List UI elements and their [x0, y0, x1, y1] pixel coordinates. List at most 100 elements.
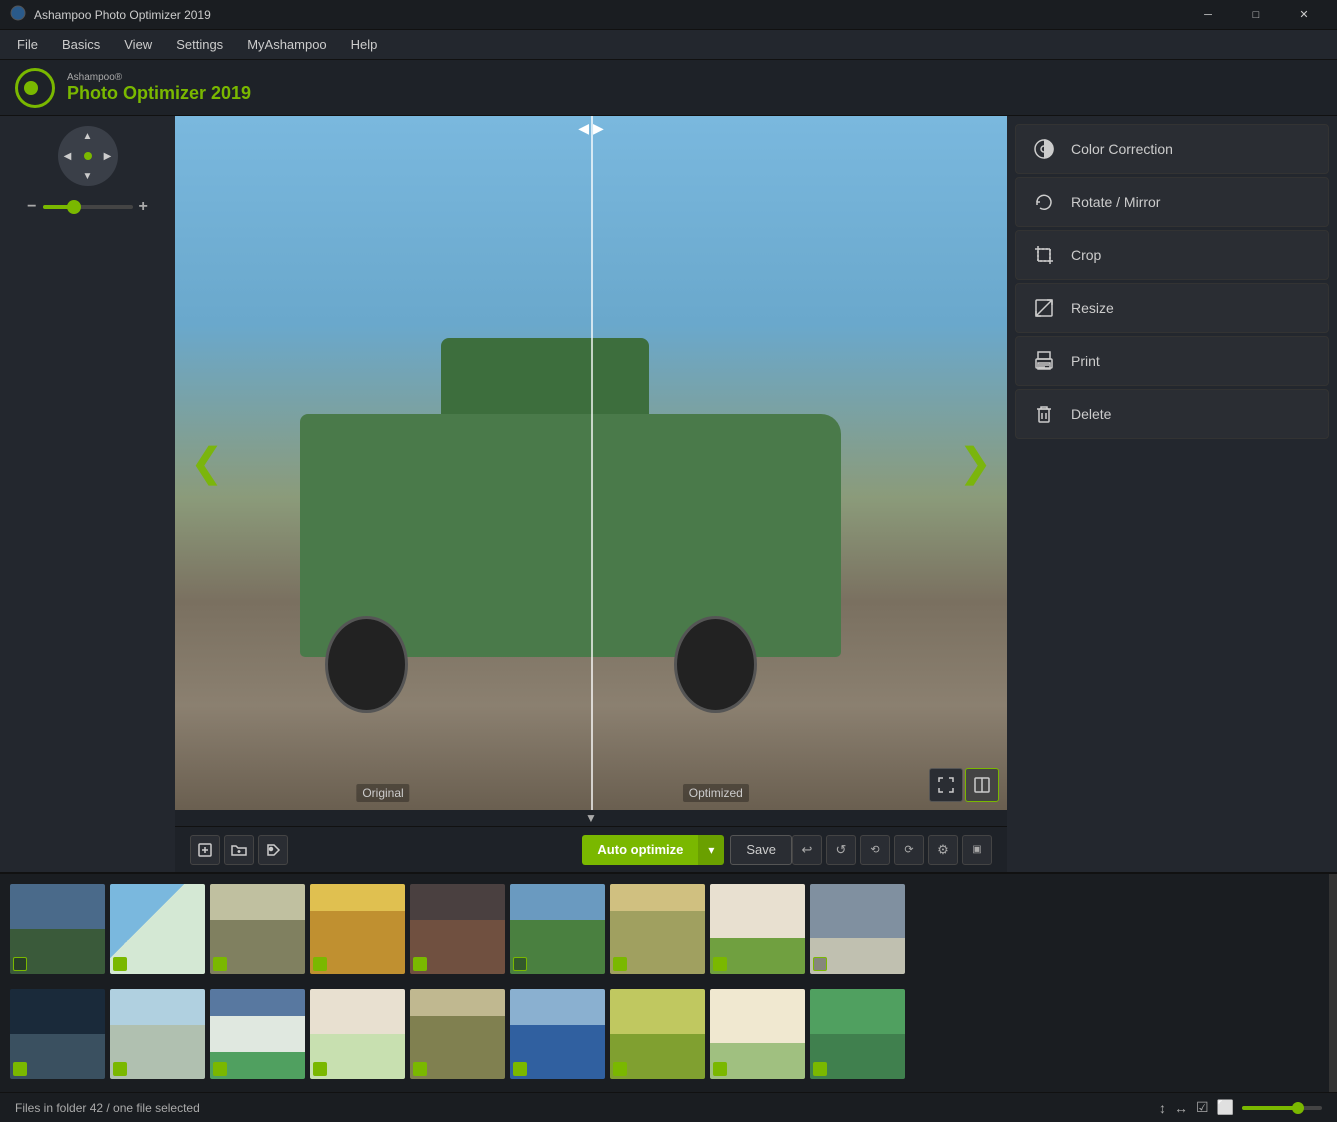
thumbnail-3[interactable]	[210, 884, 305, 974]
split-handle[interactable]: ◀ ▶	[574, 116, 608, 141]
thumbnail-6[interactable]	[510, 884, 605, 974]
truck-wheel-front	[325, 616, 408, 713]
zoom-out-button[interactable]: −	[27, 198, 36, 216]
minimize-button[interactable]: ─	[1185, 0, 1231, 30]
thumb-check-9[interactable]	[813, 957, 827, 971]
menu-view[interactable]: View	[112, 32, 164, 57]
resize-button[interactable]: Resize	[1015, 283, 1329, 333]
previous-image-button[interactable]: ❮	[180, 430, 234, 496]
menu-help[interactable]: Help	[339, 32, 390, 57]
zoom-slider-track[interactable]	[43, 205, 133, 209]
thumb-check-15[interactable]	[513, 1062, 527, 1076]
thumbnail-9[interactable]	[810, 884, 905, 974]
thumbnail-5[interactable]	[410, 884, 505, 974]
thumb-check-17[interactable]	[713, 1062, 727, 1076]
auto-optimize-button[interactable]: Auto optimize	[582, 835, 698, 865]
thumb-check-7[interactable]	[613, 957, 627, 971]
delete-button[interactable]: Delete	[1015, 389, 1329, 439]
rotate-mirror-button[interactable]: Rotate / Mirror	[1015, 177, 1329, 227]
app-icon	[10, 5, 26, 24]
thumb-check-10[interactable]	[13, 1062, 27, 1076]
optimized-label: Optimized	[683, 784, 749, 802]
window-title: Ashampoo Photo Optimizer 2019	[34, 8, 1185, 22]
thumb-check-4[interactable]	[313, 957, 327, 971]
tag-button[interactable]	[258, 835, 288, 865]
toolbar-left-buttons	[190, 835, 288, 865]
undo-button[interactable]: ↩	[792, 835, 822, 865]
menu-file[interactable]: File	[5, 32, 50, 57]
pan-down-arrow[interactable]: ▼	[83, 171, 93, 182]
pan-center	[84, 152, 92, 160]
thumbnail-11[interactable]	[110, 989, 205, 1079]
thumbnail-18[interactable]	[810, 989, 905, 1079]
menu-myashampoo[interactable]: MyAshampoo	[235, 32, 338, 57]
settings-icon-button[interactable]: ⚙	[928, 835, 958, 865]
thumbnail-2[interactable]	[110, 884, 205, 974]
thumbnail-8[interactable]	[710, 884, 805, 974]
compare-button[interactable]: ▣	[962, 835, 992, 865]
zoom-thumb[interactable]	[67, 200, 81, 214]
pan-left-arrow[interactable]: ◀	[64, 151, 72, 162]
add-folder-button[interactable]	[224, 835, 254, 865]
status-filter-button[interactable]: ↔	[1174, 1100, 1188, 1116]
resize-label: Resize	[1071, 300, 1114, 316]
collapse-button[interactable]: ▼	[175, 810, 1007, 826]
fullscreen-button[interactable]	[929, 768, 963, 802]
status-uncheck-button[interactable]: ⬜	[1217, 1099, 1234, 1116]
print-button[interactable]: Print	[1015, 336, 1329, 386]
thumb-check-3[interactable]	[213, 957, 227, 971]
thumbnail-4[interactable]	[310, 884, 405, 974]
thumb-check-14[interactable]	[413, 1062, 427, 1076]
thumb-check-6[interactable]	[513, 957, 527, 971]
right-panel: Color Correction Rotate / Mirror Crop	[1007, 116, 1337, 872]
pan-control[interactable]: ▲ ◀ ▶ ▼	[58, 126, 118, 186]
crop-button[interactable]: Crop	[1015, 230, 1329, 280]
maximize-button[interactable]: □	[1233, 0, 1279, 30]
status-zoom-thumb[interactable]	[1292, 1102, 1304, 1114]
pan-up-arrow[interactable]: ▲	[83, 131, 93, 142]
crop-icon	[1031, 242, 1057, 268]
menu-settings[interactable]: Settings	[164, 32, 235, 57]
thumbnail-row-1	[5, 879, 1324, 979]
thumb-check-8[interactable]	[713, 957, 727, 971]
menu-basics[interactable]: Basics	[50, 32, 112, 57]
left-panel: ▲ ◀ ▶ ▼ − +	[0, 116, 175, 872]
split-view-button[interactable]	[965, 768, 999, 802]
save-button[interactable]: Save	[730, 835, 792, 865]
thumb-check-1[interactable]	[13, 957, 27, 971]
redo-button[interactable]: ↺	[826, 835, 856, 865]
redo-step-button[interactable]: ⟳	[894, 835, 924, 865]
add-file-button[interactable]	[190, 835, 220, 865]
thumb-check-11[interactable]	[113, 1062, 127, 1076]
thumbnail-area	[0, 872, 1337, 1092]
zoom-in-button[interactable]: +	[139, 198, 148, 216]
pan-right-arrow[interactable]: ▶	[104, 151, 112, 162]
toolbar: Auto optimize ▾ Save ↩ ↺ ⟲ ⟳ ⚙ ▣	[175, 826, 1007, 872]
status-zoom-slider[interactable]	[1242, 1106, 1322, 1110]
thumbnail-1[interactable]	[10, 884, 105, 974]
status-zoom-fill	[1242, 1106, 1298, 1110]
auto-optimize-arrow[interactable]: ▾	[698, 835, 724, 865]
thumbnail-14[interactable]	[410, 989, 505, 1079]
next-image-button[interactable]: ❯	[948, 430, 1002, 496]
thumbnail-10[interactable]	[10, 989, 105, 1079]
thumbnail-7[interactable]	[610, 884, 705, 974]
thumb-check-5[interactable]	[413, 957, 427, 971]
status-check-button[interactable]: ☑	[1196, 1099, 1209, 1116]
thumbnail-16[interactable]	[610, 989, 705, 1079]
undo-step-button[interactable]: ⟲	[860, 835, 890, 865]
status-sort-button[interactable]: ↕	[1159, 1100, 1166, 1116]
color-correction-button[interactable]: Color Correction	[1015, 124, 1329, 174]
thumbnail-17[interactable]	[710, 989, 805, 1079]
thumbnail-scrollbar[interactable]	[1329, 874, 1337, 1092]
split-line	[591, 116, 593, 810]
close-button[interactable]: ✕	[1281, 0, 1327, 30]
thumb-check-12[interactable]	[213, 1062, 227, 1076]
thumbnail-15[interactable]	[510, 989, 605, 1079]
thumbnail-13[interactable]	[310, 989, 405, 1079]
thumb-check-2[interactable]	[113, 957, 127, 971]
thumbnail-12[interactable]	[210, 989, 305, 1079]
thumb-check-18[interactable]	[813, 1062, 827, 1076]
thumb-check-13[interactable]	[313, 1062, 327, 1076]
thumb-check-16[interactable]	[613, 1062, 627, 1076]
